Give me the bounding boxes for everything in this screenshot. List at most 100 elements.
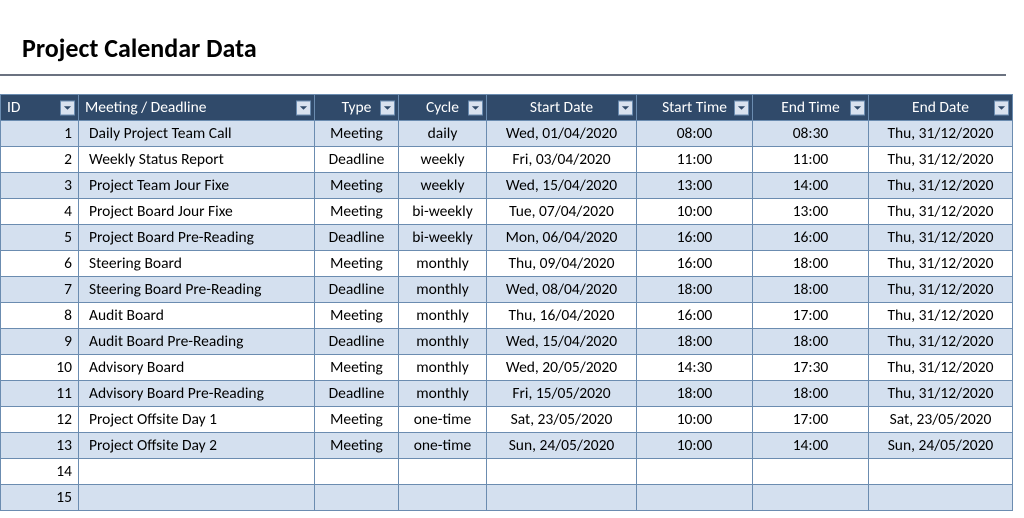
cell-id: 11 [1,381,79,407]
cell-type: Meeting [315,303,399,329]
cell-cycle: monthly [399,381,487,407]
cell-end-time: 08:30 [753,121,869,147]
cell-name: Audit Board [79,303,315,329]
col-label: End Time [781,98,840,117]
col-header-end-time[interactable]: End Time [753,95,869,121]
cell-name [79,485,315,511]
cell-cycle: weekly [399,147,487,173]
cell-end-date: Thu, 31/12/2020 [869,381,1013,407]
col-header-start-date[interactable]: Start Date [487,95,637,121]
col-label: End Date [912,98,969,117]
table-row[interactable]: 9Audit Board Pre-ReadingDeadlinemonthlyW… [1,329,1013,355]
cell-id: 12 [1,407,79,433]
cell-type: Meeting [315,433,399,459]
filter-dropdown-icon[interactable] [296,100,311,115]
filter-dropdown-icon[interactable] [380,100,395,115]
table-row[interactable]: 6Steering BoardMeetingmonthlyThu, 09/04/… [1,251,1013,277]
table-row[interactable]: 12Project Offsite Day 1Meetingone-timeSa… [1,407,1013,433]
cell-id: 15 [1,485,79,511]
cell-id: 14 [1,459,79,485]
table-row[interactable]: 15 [1,485,1013,511]
cell-end-time: 18:00 [753,277,869,303]
cell-name: Advisory Board Pre-Reading [79,381,315,407]
col-header-cycle[interactable]: Cycle [399,95,487,121]
table-row[interactable]: 13Project Offsite Day 2Meetingone-timeSu… [1,433,1013,459]
cell-cycle: daily [399,121,487,147]
cell-id: 9 [1,329,79,355]
cell-id: 6 [1,251,79,277]
table-row[interactable]: 7Steering Board Pre-ReadingDeadlinemonth… [1,277,1013,303]
col-label: Cycle [426,98,459,117]
cell-id: 4 [1,199,79,225]
cell-start-date: Thu, 09/04/2020 [487,251,637,277]
cell-end-time: 13:00 [753,199,869,225]
table-row[interactable]: 3Project Team Jour FixeMeetingweeklyWed,… [1,173,1013,199]
col-header-name[interactable]: Meeting / Deadline [79,95,315,121]
table-row[interactable]: 2Weekly Status ReportDeadlineweeklyFri, … [1,147,1013,173]
cell-type: Deadline [315,381,399,407]
table-row[interactable]: 10Advisory BoardMeetingmonthlyWed, 20/05… [1,355,1013,381]
cell-name: Project Offsite Day 2 [79,433,315,459]
cell-type: Deadline [315,329,399,355]
col-label: Start Date [530,98,593,117]
cell-end-date: Thu, 31/12/2020 [869,147,1013,173]
filter-dropdown-icon[interactable] [994,100,1009,115]
cell-type: Meeting [315,251,399,277]
cell-end-date: Thu, 31/12/2020 [869,173,1013,199]
cell-start-date: Wed, 15/04/2020 [487,329,637,355]
cell-start-time: 18:00 [637,277,753,303]
cell-end-date: Thu, 31/12/2020 [869,277,1013,303]
cell-end-time: 14:00 [753,433,869,459]
cell-start-time: 11:00 [637,147,753,173]
cell-end-time: 18:00 [753,381,869,407]
cell-end-time: 16:00 [753,225,869,251]
header-row: ID Meeting / Deadline Type [1,95,1013,121]
cell-start-date: Tue, 07/04/2020 [487,199,637,225]
col-header-id[interactable]: ID [1,95,79,121]
cell-start-date: Sun, 24/05/2020 [487,433,637,459]
cell-start-time: 16:00 [637,251,753,277]
cell-start-date: Thu, 16/04/2020 [487,303,637,329]
filter-dropdown-icon[interactable] [734,100,749,115]
cell-cycle: monthly [399,355,487,381]
filter-dropdown-icon[interactable] [60,100,75,115]
cell-cycle: bi-weekly [399,199,487,225]
cell-start-time: 13:00 [637,173,753,199]
cell-type: Meeting [315,173,399,199]
table-row[interactable]: 11Advisory Board Pre-ReadingDeadlinemont… [1,381,1013,407]
cell-name [79,459,315,485]
table-row[interactable]: 1Daily Project Team CallMeetingdailyWed,… [1,121,1013,147]
col-header-start-time[interactable]: Start Time [637,95,753,121]
cell-cycle: monthly [399,329,487,355]
cell-end-date: Thu, 31/12/2020 [869,355,1013,381]
cell-end-date: Thu, 31/12/2020 [869,303,1013,329]
table-row[interactable]: 14 [1,459,1013,485]
cell-start-time: 08:00 [637,121,753,147]
filter-dropdown-icon[interactable] [850,100,865,115]
cell-end-time: 17:00 [753,303,869,329]
cell-name: Audit Board Pre-Reading [79,329,315,355]
col-header-end-date[interactable]: End Date [869,95,1013,121]
cell-start-time [637,485,753,511]
cell-end-date: Thu, 31/12/2020 [869,251,1013,277]
cell-start-date: Wed, 20/05/2020 [487,355,637,381]
cell-type: Deadline [315,225,399,251]
cell-start-time: 16:00 [637,303,753,329]
cell-start-time: 16:00 [637,225,753,251]
cell-start-date: Wed, 01/04/2020 [487,121,637,147]
cell-start-time: 14:30 [637,355,753,381]
cell-type: Meeting [315,407,399,433]
col-label: Type [342,98,372,117]
cell-end-date: Thu, 31/12/2020 [869,329,1013,355]
cell-cycle: monthly [399,303,487,329]
filter-dropdown-icon[interactable] [618,100,633,115]
table-row[interactable]: 5Project Board Pre-ReadingDeadlinebi-wee… [1,225,1013,251]
col-header-type[interactable]: Type [315,95,399,121]
cell-name: Project Team Jour Fixe [79,173,315,199]
cell-type: Meeting [315,199,399,225]
table-row[interactable]: 4Project Board Jour FixeMeetingbi-weekly… [1,199,1013,225]
filter-dropdown-icon[interactable] [468,100,483,115]
cell-id: 10 [1,355,79,381]
cell-id: 3 [1,173,79,199]
table-row[interactable]: 8Audit BoardMeetingmonthlyThu, 16/04/202… [1,303,1013,329]
